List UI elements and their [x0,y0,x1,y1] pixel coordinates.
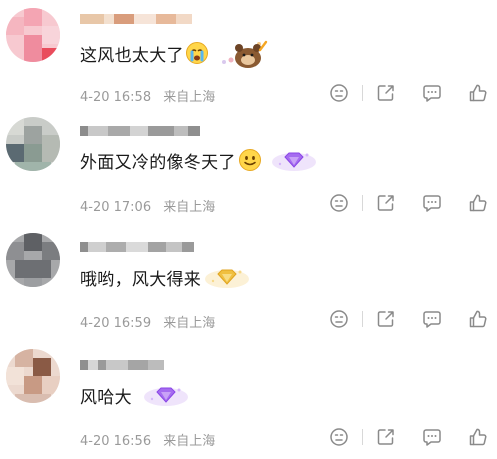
comment-text: 这风也太大了 [80,45,184,66]
username-blurred[interactable] [80,242,194,252]
like-icon[interactable] [467,426,489,448]
comment-icon[interactable] [421,426,443,448]
avatar[interactable] [6,117,60,171]
gold-diamond-badge-icon [203,263,253,291]
repost-icon[interactable] [375,426,397,448]
repost-icon[interactable] [375,308,397,330]
comment-text: 风哈大 [80,387,132,408]
comment-location: 来自上海 [163,434,216,449]
username-blurred[interactable] [80,14,192,24]
comment-time: 4-20 16:59 [80,316,152,331]
divider [362,195,363,211]
bear-sticker-icon [215,36,271,70]
comment-time: 4-20 16:58 [80,90,152,105]
divider [362,311,363,327]
divider [362,429,363,445]
comment-meta: 4-20 16:56 来自上海 [80,430,215,449]
comment-meta: 4-20 16:59 来自上海 [80,312,215,331]
purple-diamond-badge-icon [270,146,320,174]
username-blurred[interactable] [80,360,164,370]
comment-location: 来自上海 [163,90,216,105]
avatar[interactable] [6,8,60,62]
like-icon[interactable] [467,308,489,330]
smile-emoji-icon [238,148,262,172]
avatar[interactable] [6,349,60,403]
comment-text: 外面又冷的像冬天了 [80,152,236,173]
comment-time: 4-20 17:06 [80,200,152,215]
like-icon[interactable] [467,82,489,104]
avatar[interactable] [6,233,60,287]
comment-actions [328,82,489,104]
face-icon[interactable] [328,308,350,330]
comment-icon[interactable] [421,192,443,214]
crying-emoji-icon [185,41,209,65]
comment-location: 来自上海 [163,200,216,215]
comment-meta: 4-20 16:58 来自上海 [80,86,215,105]
comment-icon[interactable] [421,308,443,330]
comment-time: 4-20 16:56 [80,434,152,449]
face-icon[interactable] [328,82,350,104]
repost-icon[interactable] [375,82,397,104]
purple-diamond-badge-icon [142,381,192,409]
comment-actions [328,308,489,330]
repost-icon[interactable] [375,192,397,214]
like-icon[interactable] [467,192,489,214]
username-blurred[interactable] [80,126,200,136]
comment-actions [328,192,489,214]
comment-meta: 4-20 17:06 来自上海 [80,196,215,215]
comment-location: 来自上海 [163,316,216,331]
comment-actions [328,426,489,448]
comment-icon[interactable] [421,82,443,104]
comment-text: 哦哟，风大得来 [80,269,202,290]
divider [362,85,363,101]
face-icon[interactable] [328,426,350,448]
face-icon[interactable] [328,192,350,214]
